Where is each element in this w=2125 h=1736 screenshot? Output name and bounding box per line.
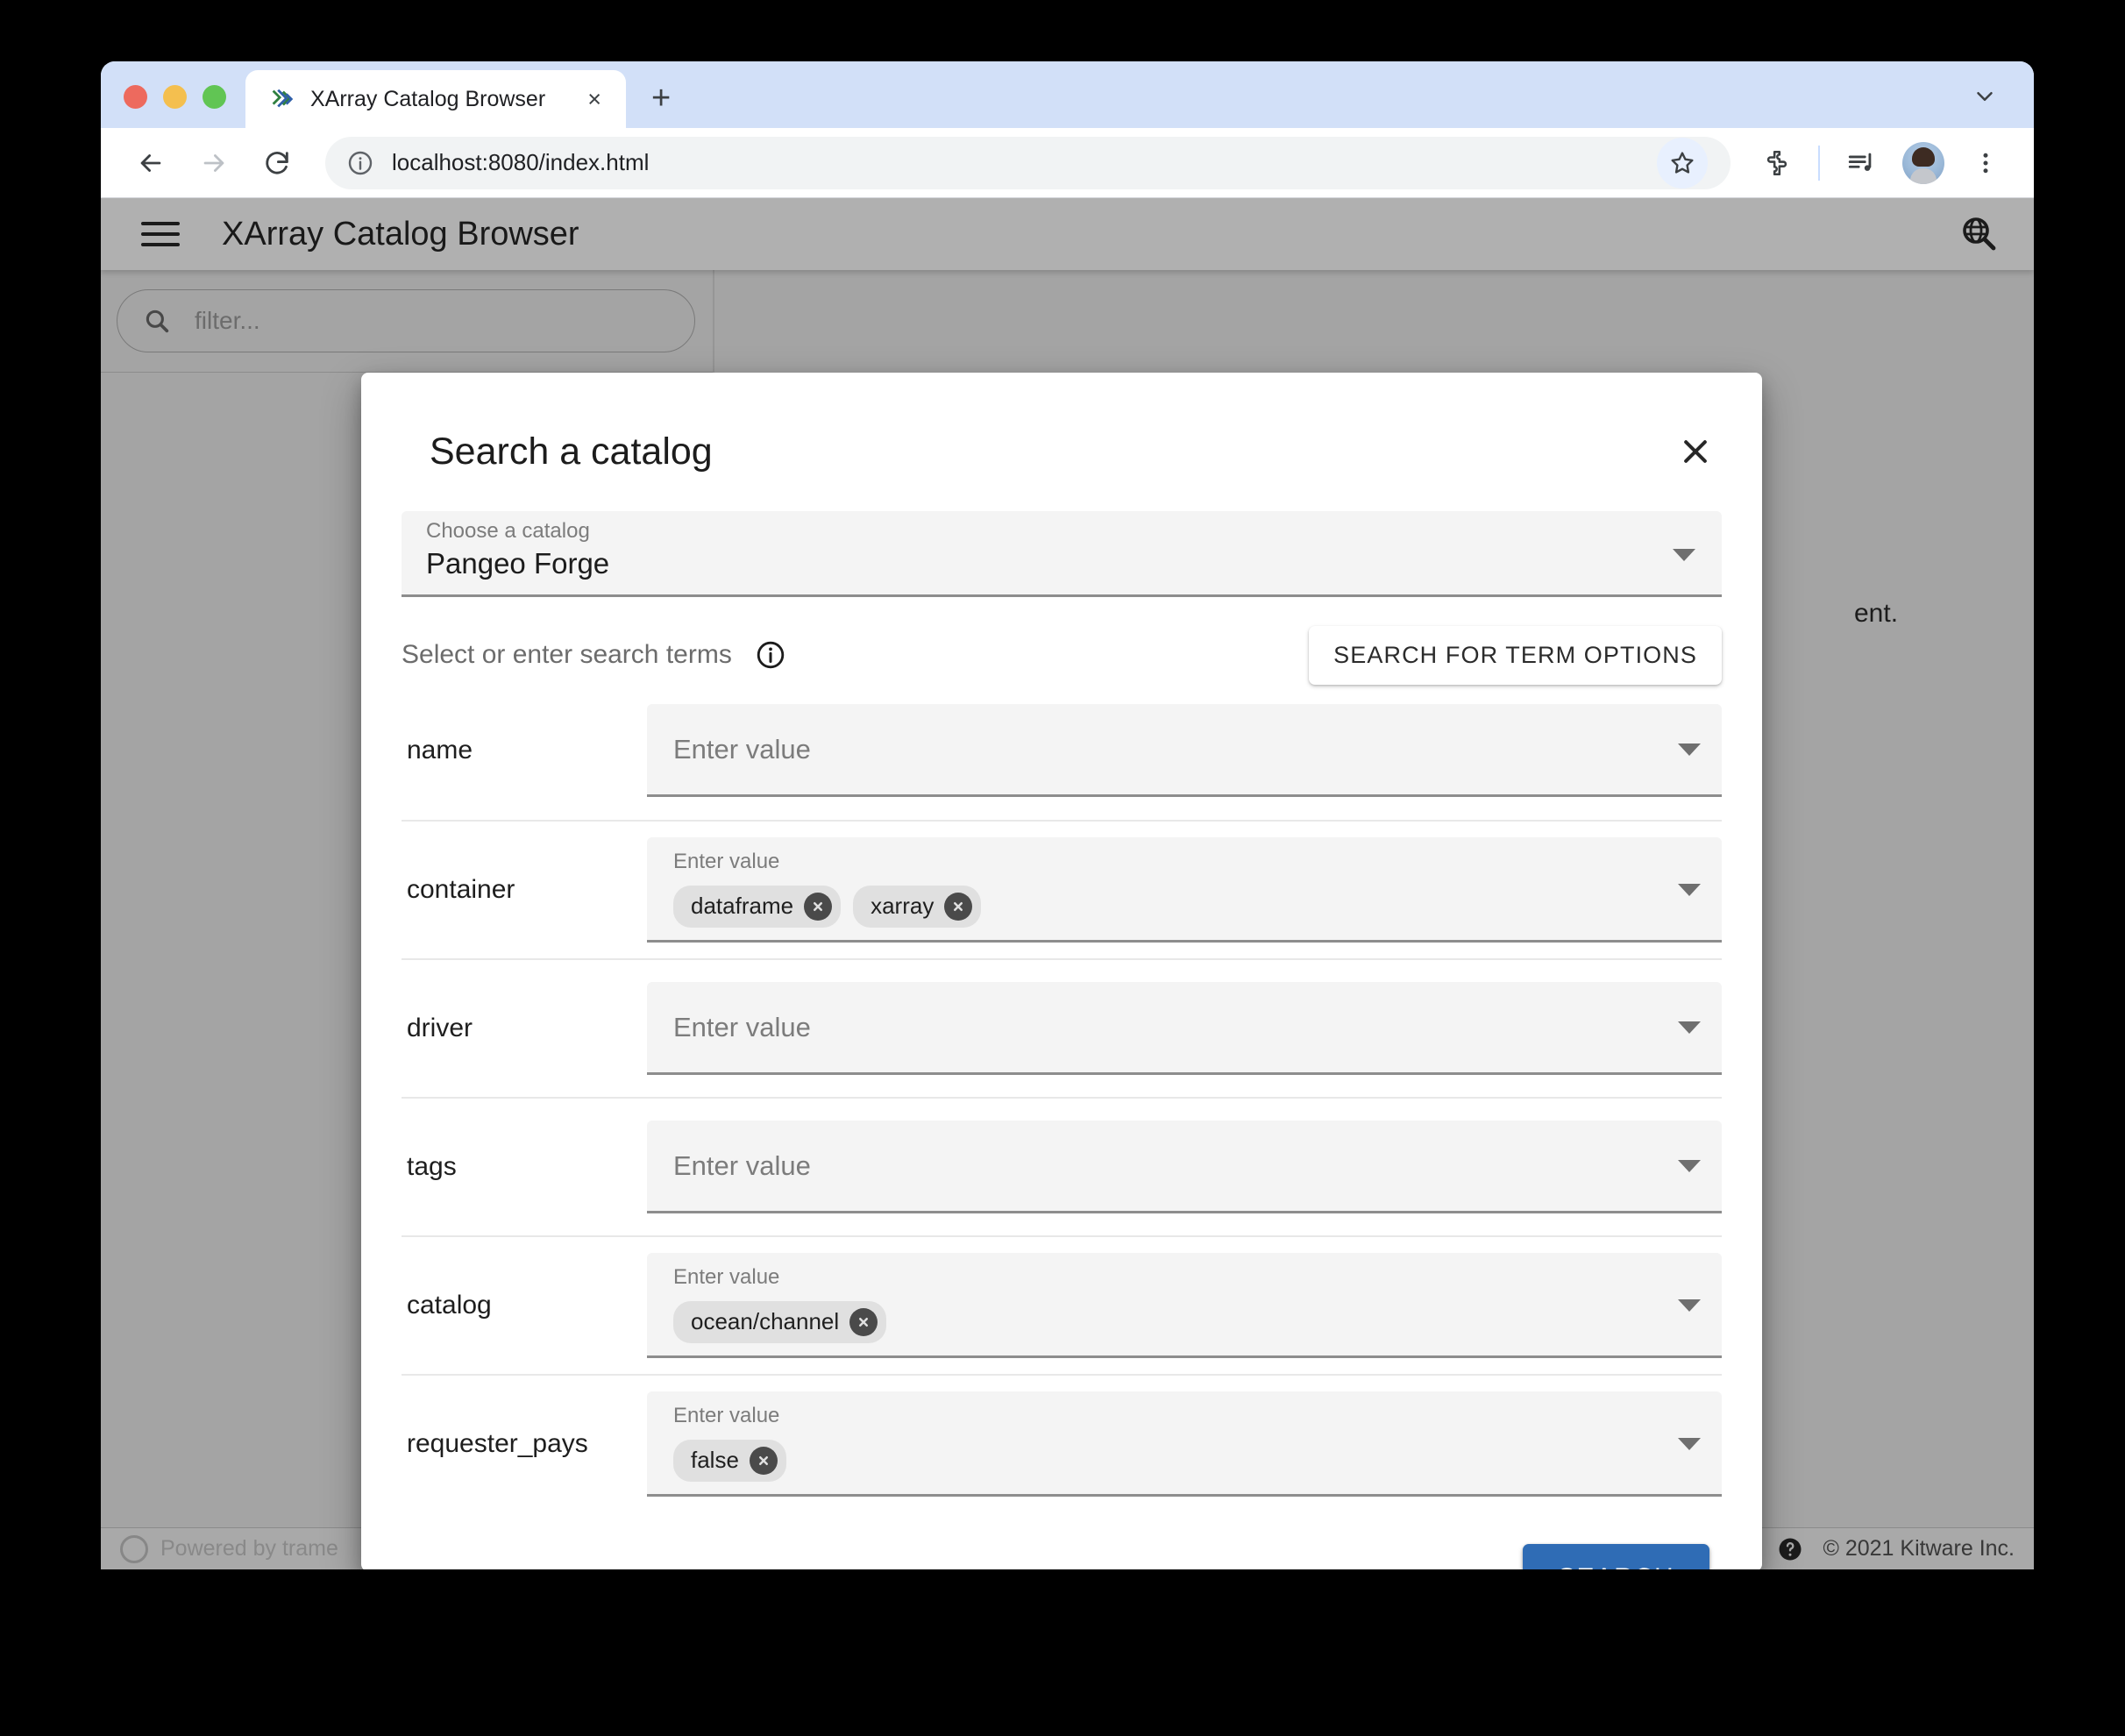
search-term-input-name[interactable]: Enter value (647, 704, 1722, 797)
browser-tab-title: XArray Catalog Browser (310, 86, 546, 111)
search-term-input-driver[interactable]: Enter value (647, 982, 1722, 1075)
search-term-row: tags Enter value (402, 1097, 1722, 1235)
chip-label: ocean/channel (691, 1308, 840, 1335)
search-terms-label: Select or enter search terms (402, 640, 732, 669)
chip-row: dataframe xarray (673, 885, 1660, 928)
dialog-header: Search a catalog (361, 373, 1762, 511)
search-term-field-list: name Enter value container Enter value dataf… (361, 681, 1762, 1512)
search-term-placeholder: Enter value (673, 850, 780, 874)
search-term-row: requester_pays Enter value false (402, 1374, 1722, 1512)
xarray-logo-icon (272, 89, 294, 108)
new-tab-button[interactable]: + (638, 75, 684, 121)
address-bar[interactable]: localhost:8080/index.html (325, 136, 1731, 189)
window-traffic-lights (101, 85, 245, 128)
search-term-placeholder: Enter value (673, 1404, 780, 1428)
chevron-down-icon[interactable] (1678, 1438, 1701, 1451)
extensions-puzzle-icon[interactable] (1752, 138, 1802, 189)
search-term-row: name Enter value (402, 681, 1722, 820)
search-term-input-inner: Enter value dataframe xarray (673, 850, 1660, 928)
search-term-input-container[interactable]: Enter value dataframe xarray (647, 837, 1722, 943)
catalog-select-value: Pangeo Forge (426, 547, 610, 580)
search-terms-header: Select or enter search terms SEARCH FOR … (361, 597, 1762, 685)
chevron-down-icon[interactable] (1678, 884, 1701, 897)
search-term-label: driver (407, 1014, 473, 1042)
tab-close-icon[interactable]: × (577, 82, 612, 117)
bookmark-star-icon[interactable] (1657, 137, 1708, 189)
chip[interactable]: ocean/channel (673, 1300, 887, 1343)
chip-delete-icon[interactable] (944, 892, 973, 921)
chevron-down-icon[interactable] (1678, 1021, 1701, 1034)
search-term-label: tags (407, 1152, 457, 1181)
chip-delete-icon[interactable] (749, 1446, 778, 1475)
search-term-input-inner: Enter value (673, 1150, 1660, 1182)
maximize-window-button[interactable] (203, 85, 226, 109)
search-term-placeholder: Enter value (673, 1149, 811, 1181)
toolbar-divider (1818, 145, 1820, 181)
search-term-input-catalog[interactable]: Enter value ocean/channel (647, 1253, 1722, 1358)
chip-row: ocean/channel (673, 1300, 1660, 1343)
browser-toolbar: localhost:8080/index.html (101, 128, 2034, 198)
web-app-region: XArray Catalog Browser filter... ent. Po… (101, 198, 2034, 1569)
search-term-placeholder: Enter value (673, 1011, 811, 1042)
catalog-select[interactable]: Choose a catalog Pangeo Forge (402, 511, 1722, 597)
chip-label: false (691, 1447, 739, 1474)
search-term-row: container Enter value dataframe xarray (402, 820, 1722, 958)
chrome-menu-icon[interactable] (1960, 138, 2011, 189)
search-catalog-dialog: Search a catalog Choose a catalog Pangeo… (361, 373, 1762, 1569)
search-term-placeholder: Enter value (673, 733, 811, 765)
search-term-row: catalog Enter value ocean/channel (402, 1235, 1722, 1374)
search-term-input-inner: Enter value (673, 734, 1660, 765)
forward-arrow-icon[interactable] (187, 136, 241, 190)
profile-avatar[interactable] (1902, 141, 1944, 184)
search-button[interactable]: SEARCH (1523, 1544, 1709, 1569)
chevron-down-icon[interactable] (1678, 1159, 1701, 1172)
media-control-icon[interactable] (1836, 138, 1887, 189)
reload-icon[interactable] (250, 136, 304, 190)
search-term-label: name (407, 736, 473, 765)
chip-row: false (673, 1439, 1660, 1482)
search-term-input-requester_pays[interactable]: Enter value false (647, 1391, 1722, 1497)
search-for-term-options-button[interactable]: SEARCH FOR TERM OPTIONS (1309, 625, 1722, 685)
dialog-actions: SEARCH (361, 1512, 1762, 1569)
dialog-title: Search a catalog (430, 430, 713, 473)
search-term-row: driver Enter value (402, 958, 1722, 1097)
browser-tab-strip: XArray Catalog Browser × + (101, 61, 2034, 128)
catalog-select-label: Choose a catalog (426, 519, 590, 544)
close-icon[interactable] (1671, 427, 1720, 476)
search-term-input-inner: Enter value ocean/channel (673, 1265, 1660, 1343)
chip-label: dataframe (691, 893, 794, 920)
chip[interactable]: dataframe (673, 885, 842, 928)
chevron-down-icon[interactable] (1673, 549, 1695, 561)
search-term-input-tags[interactable]: Enter value (647, 1121, 1722, 1213)
browser-window: XArray Catalog Browser × + localhost:808… (101, 61, 2034, 1569)
search-term-label: requester_pays (407, 1429, 588, 1458)
chip[interactable]: false (673, 1439, 786, 1482)
search-term-input-inner: Enter value (673, 1012, 1660, 1043)
address-bar-url: localhost:8080/index.html (392, 149, 650, 175)
chip-delete-icon[interactable] (804, 892, 833, 921)
search-term-placeholder: Enter value (673, 1265, 780, 1290)
close-window-button[interactable] (124, 85, 147, 109)
modal-overlay[interactable]: Search a catalog Choose a catalog Pangeo… (101, 198, 2034, 1569)
browser-tab[interactable]: XArray Catalog Browser × (245, 70, 627, 128)
info-icon[interactable] (755, 639, 786, 671)
back-arrow-icon[interactable] (124, 136, 178, 190)
search-term-label: catalog (407, 1291, 492, 1320)
minimize-window-button[interactable] (163, 85, 187, 109)
chevron-down-icon[interactable] (1678, 1299, 1701, 1313)
chevron-down-icon[interactable] (1678, 743, 1701, 756)
chevron-down-icon[interactable] (1958, 70, 2011, 123)
catalog-select-inner: Choose a catalog Pangeo Forge (426, 519, 1673, 580)
chip[interactable]: xarray (853, 885, 982, 928)
chip-delete-icon[interactable] (849, 1307, 878, 1336)
site-info-icon[interactable] (346, 149, 374, 177)
search-term-label: container (407, 875, 515, 904)
search-term-input-inner: Enter value false (673, 1404, 1660, 1482)
chip-label: xarray (871, 893, 935, 920)
